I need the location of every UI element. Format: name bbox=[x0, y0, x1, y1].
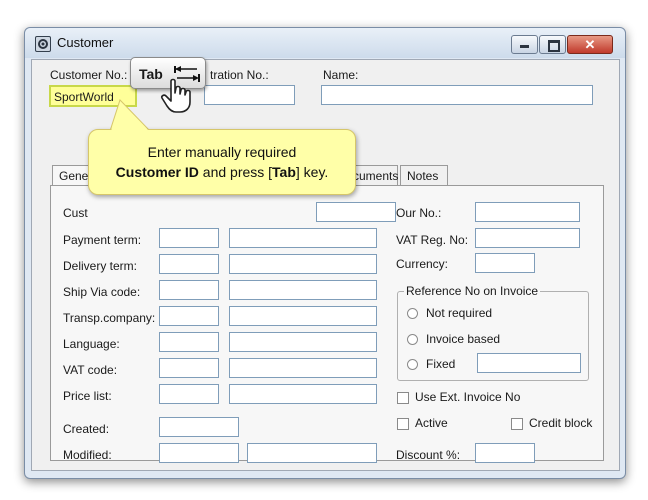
use-ext-invoice-checkbox[interactable] bbox=[397, 392, 409, 404]
gear-icon bbox=[35, 36, 51, 52]
window-title: Customer bbox=[57, 35, 114, 50]
ship-via-name-input[interactable] bbox=[229, 280, 377, 300]
currency-label: Currency: bbox=[396, 257, 449, 271]
transp-company-code-input[interactable] bbox=[159, 306, 219, 326]
vat-reg-label: VAT Reg. No: bbox=[396, 233, 469, 247]
modified-by-input[interactable] bbox=[247, 443, 377, 463]
tab-notes-label: Notes bbox=[407, 169, 439, 183]
registration-no-input[interactable] bbox=[204, 85, 295, 105]
hand-pointer-icon bbox=[161, 78, 191, 113]
delivery-term-name-input[interactable] bbox=[229, 254, 377, 274]
close-button[interactable]: ✕ bbox=[567, 35, 613, 54]
our-no-input[interactable] bbox=[475, 202, 580, 222]
price-list-name-input[interactable] bbox=[229, 384, 377, 404]
vat-reg-input[interactable] bbox=[475, 228, 580, 248]
transp-company-label: Transp.company: bbox=[63, 311, 156, 325]
customer-window: Customer ✕ Customer No.: SportWorld trat… bbox=[24, 27, 626, 479]
radio-not-required[interactable] bbox=[407, 308, 418, 319]
payment-term-label: Payment term: bbox=[63, 233, 142, 247]
callout-customer-id: Customer ID bbox=[115, 164, 199, 180]
modified-label: Modified: bbox=[63, 448, 112, 462]
maximize-icon bbox=[548, 40, 560, 52]
radio-fixed[interactable] bbox=[407, 359, 418, 370]
minimize-button[interactable] bbox=[511, 35, 538, 54]
tab-documents[interactable]: cuments bbox=[350, 165, 398, 185]
customer-no-value: SportWorld bbox=[54, 90, 114, 104]
fixed-reference-input[interactable] bbox=[477, 353, 581, 373]
vat-code-name-input[interactable] bbox=[229, 358, 377, 378]
name-label: Name: bbox=[323, 68, 359, 82]
currency-input[interactable] bbox=[475, 253, 535, 273]
name-input[interactable] bbox=[321, 85, 593, 105]
registration-no-label: tration No.: bbox=[210, 68, 269, 82]
credit-block-checkbox[interactable] bbox=[511, 418, 523, 430]
form-client-area: Customer No.: SportWorld tration No.: Na… bbox=[31, 59, 620, 471]
delivery-term-label: Delivery term: bbox=[63, 259, 138, 273]
active-label: Active bbox=[415, 416, 448, 430]
use-ext-invoice-label: Use Ext. Invoice No bbox=[415, 390, 521, 404]
our-no-label: Our No.: bbox=[396, 206, 442, 220]
transp-company-name-input[interactable] bbox=[229, 306, 377, 326]
minimize-icon bbox=[520, 45, 529, 48]
credit-block-label: Credit block bbox=[529, 416, 593, 430]
created-input[interactable] bbox=[159, 417, 239, 437]
created-label: Created: bbox=[63, 422, 110, 436]
callout-line-1: Enter manually required bbox=[147, 144, 297, 160]
language-code-input[interactable] bbox=[159, 332, 219, 352]
ship-via-code-input[interactable] bbox=[159, 280, 219, 300]
callout-line-2: Customer ID and press [Tab] key. bbox=[89, 162, 355, 182]
tab-general-label: Gene bbox=[59, 169, 89, 183]
customer-no-input[interactable]: SportWorld bbox=[49, 85, 137, 107]
customer-no-label: Customer No.: bbox=[50, 68, 128, 82]
callout-tab-key: Tab bbox=[272, 164, 296, 180]
vat-code-input[interactable] bbox=[159, 358, 219, 378]
ship-via-label: Ship Via code: bbox=[63, 285, 141, 299]
radio-invoice-based[interactable] bbox=[407, 334, 418, 345]
reference-no-group: Reference No on Invoice Not required Inv… bbox=[397, 284, 589, 381]
close-icon: ✕ bbox=[584, 37, 596, 52]
customer-group-label: Cust bbox=[63, 206, 88, 220]
general-tab-panel: Cust Payment term: Delivery term: Ship V… bbox=[50, 185, 604, 463]
callout-press: and press [ bbox=[198, 164, 273, 180]
reference-no-group-title: Reference No on Invoice bbox=[404, 284, 541, 298]
active-checkbox[interactable] bbox=[397, 418, 409, 430]
instruction-callout: Enter manually required Customer ID and … bbox=[88, 129, 356, 195]
payment-term-code-input[interactable] bbox=[159, 228, 219, 248]
maximize-button[interactable] bbox=[539, 35, 566, 54]
discount-input[interactable] bbox=[475, 443, 535, 463]
callout-key-end: ] key. bbox=[295, 164, 329, 180]
language-label: Language: bbox=[63, 337, 120, 351]
tab-documents-label: cuments bbox=[353, 169, 399, 183]
price-list-label: Price list: bbox=[63, 389, 112, 403]
radio-invoice-based-label: Invoice based bbox=[426, 332, 501, 346]
title-bar[interactable]: Customer ✕ bbox=[25, 28, 625, 58]
delivery-term-code-input[interactable] bbox=[159, 254, 219, 274]
customer-group-name-input[interactable] bbox=[316, 202, 396, 222]
tab-notes[interactable]: Notes bbox=[400, 165, 448, 185]
vat-code-label: VAT code: bbox=[63, 363, 118, 377]
price-list-code-input[interactable] bbox=[159, 384, 219, 404]
payment-term-name-input[interactable] bbox=[229, 228, 377, 248]
modified-date-input[interactable] bbox=[159, 443, 239, 463]
radio-not-required-label: Not required bbox=[426, 306, 493, 320]
radio-fixed-label: Fixed bbox=[426, 357, 456, 371]
language-name-input[interactable] bbox=[229, 332, 377, 352]
discount-label: Discount %: bbox=[396, 448, 461, 462]
